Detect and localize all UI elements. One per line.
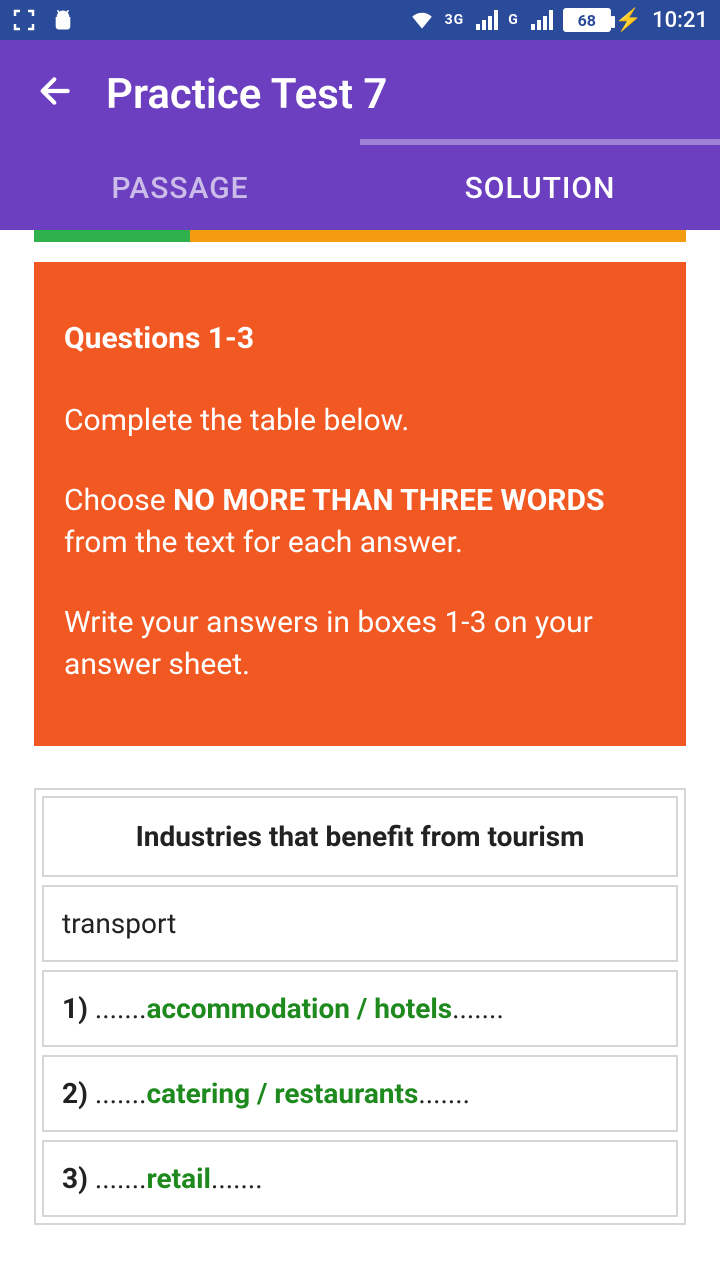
dots: ....... [452, 992, 504, 1025]
tab-solution[interactable]: SOLUTION [360, 145, 720, 230]
charging-icon: ⚡ [615, 8, 642, 33]
tab-bar: PASSAGE SOLUTION [0, 145, 720, 230]
instr2-post: from the text for each answer. [64, 525, 463, 560]
tab-top-indicator [360, 139, 720, 145]
progress-orange [190, 230, 686, 242]
tab-passage[interactable]: PASSAGE [0, 145, 360, 230]
instr2-bold: NO MORE THAN THREE WORDS [173, 483, 604, 518]
app-header: Practice Test 7 PASSAGE SOLUTION [0, 40, 720, 230]
answer-text: retail [147, 1162, 211, 1195]
row-number: 2) [62, 1077, 88, 1110]
signal-icon-2 [531, 10, 553, 30]
table-row: 3) .......retail....... [42, 1140, 678, 1217]
row-number: 3) [62, 1162, 88, 1195]
battery-level: 68 [563, 8, 611, 32]
answer-text: catering / restaurants [147, 1077, 419, 1110]
table-row: 1) .......accommodation / hotels....... [42, 970, 678, 1047]
instruction-line-3: Write your answers in boxes 1-3 on your … [64, 602, 656, 686]
dots: ....... [211, 1162, 263, 1195]
instructions-card: Questions 1-3 Complete the table below. … [34, 262, 686, 746]
questions-heading: Questions 1-3 [64, 318, 656, 360]
signal-icon [476, 10, 498, 30]
status-left [12, 7, 76, 33]
back-arrow-icon[interactable] [36, 71, 76, 118]
dots: ....... [418, 1077, 470, 1110]
status-bar: 3G G 68 ⚡ 10:21 [0, 0, 720, 40]
table-row: 2) .......catering / restaurants....... [42, 1055, 678, 1132]
answer-table: Industries that benefit from tourism tra… [34, 788, 686, 1225]
network-g-label: G [508, 12, 519, 28]
row-number: 1) [62, 992, 88, 1025]
wifi-icon [409, 7, 435, 33]
fullscreen-icon [12, 8, 36, 32]
instr2-pre: Choose [64, 483, 173, 518]
instruction-line-1: Complete the table below. [64, 400, 656, 442]
answer-text: accommodation / hotels [147, 992, 453, 1025]
android-icon [50, 7, 76, 33]
dots: ....... [95, 1162, 147, 1195]
table-title: Industries that benefit from tourism [42, 796, 678, 877]
status-right: 3G G 68 ⚡ 10:21 [409, 7, 708, 33]
progress-green [34, 230, 190, 242]
main-content[interactable]: Questions 1-3 Complete the table below. … [0, 230, 720, 1225]
battery-indicator: 68 ⚡ [563, 8, 642, 33]
network-3g-label: 3G [445, 12, 465, 28]
dots: ....... [95, 992, 147, 1025]
page-title: Practice Test 7 [106, 70, 387, 119]
progress-strip [34, 230, 686, 242]
instruction-line-2: Choose NO MORE THAN THREE WORDS from the… [64, 480, 656, 564]
dots: ....... [95, 1077, 147, 1110]
table-row-static: transport [42, 885, 678, 962]
clock: 10:21 [652, 8, 708, 33]
